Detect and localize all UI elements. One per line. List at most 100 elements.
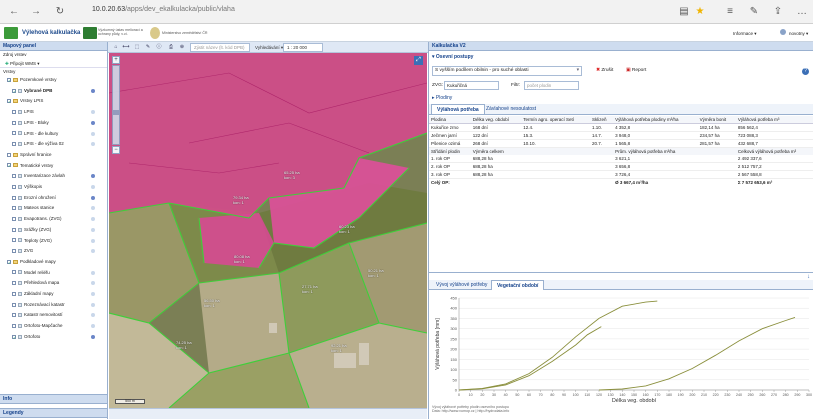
layer-item[interactable]: Evapotrans. (ZVG) <box>0 215 107 223</box>
help-icon[interactable]: ? <box>802 68 809 75</box>
zoom-in-button[interactable]: + <box>112 56 120 64</box>
tab-vegetacni-obdobi[interactable]: Vegetační období <box>491 280 545 290</box>
layer-item[interactable]: Přehledová mapa <box>0 279 107 287</box>
layer-checkbox[interactable] <box>12 216 16 221</box>
map-view[interactable]: + − ⤢ 65.25 ha kon: 3 79.34 ha kon: 1 60.2… <box>109 53 427 408</box>
table-row[interactable]: Kukuřice zrno 168 dní 12.4. 1.10. 4 352,8 182… <box>429 124 813 132</box>
layer-visibility-icon[interactable] <box>91 174 95 179</box>
layer-item[interactable]: Výškopis <box>0 183 107 191</box>
layer-visibility-icon[interactable] <box>91 185 95 189</box>
layer-item[interactable]: Ortofoto-Mapčache <box>0 322 107 330</box>
layer-visibility-icon[interactable] <box>91 206 95 211</box>
layer-item[interactable]: ✓ Pozemkové vrstvy <box>0 76 107 84</box>
info-panel[interactable]: Info <box>0 394 107 404</box>
search-mode-button[interactable]: Vyhledávání ▾ <box>255 43 283 52</box>
layer-visibility-icon[interactable] <box>91 142 95 147</box>
info-tool-icon[interactable]: ⓘ <box>155 43 163 52</box>
layer-visibility-icon[interactable] <box>91 281 95 286</box>
layer-checkbox[interactable] <box>12 195 16 200</box>
column-header[interactable]: Výláhová potřeba plodiny m³/ha <box>613 116 697 124</box>
layer-checkbox[interactable] <box>12 281 16 286</box>
layer-checkbox[interactable] <box>12 227 16 232</box>
note-icon[interactable]: ✎ <box>748 6 760 18</box>
layer-checkbox[interactable] <box>12 131 16 136</box>
menu-informace[interactable]: Informace ▾ <box>733 31 757 37</box>
draw-icon[interactable]: ✎ <box>144 43 152 52</box>
layer-checkbox[interactable] <box>12 120 16 125</box>
layer-item[interactable]: ✓ Vrstvy LPIS <box>0 97 107 105</box>
layer-visibility-icon[interactable] <box>91 292 95 296</box>
layer-visibility-icon[interactable] <box>91 110 95 115</box>
layer-item[interactable]: ZVG <box>0 247 107 255</box>
layer-item[interactable]: LPIS - Bloky <box>0 119 107 127</box>
layer-checkbox[interactable] <box>12 142 16 146</box>
layer-item[interactable]: Inventarizace závlah <box>0 172 107 180</box>
layer-item[interactable]: Srážky (ZVG) <box>0 226 107 234</box>
layer-visibility-icon[interactable] <box>91 249 95 254</box>
layer-item[interactable]: Rozeznávací katastr <box>0 301 107 309</box>
report-button[interactable]: ▣ Report <box>626 68 646 73</box>
column-header[interactable]: Termín agro. operací Setí <box>521 116 590 124</box>
layer-visibility-icon[interactable] <box>91 227 95 232</box>
expand-map-icon[interactable]: ⤢ <box>414 56 423 65</box>
layer-checkbox[interactable] <box>12 238 16 243</box>
layer-item[interactable]: Katastr nemovitostí <box>0 311 107 319</box>
layer-checkbox[interactable] <box>7 152 11 157</box>
layer-checkbox[interactable] <box>12 270 16 275</box>
table-row[interactable]: 1. rok OP 688,28 ha 3 621,1 2 492 337,6 <box>429 155 813 163</box>
layer-item[interactable]: Mateos stanice <box>0 204 107 212</box>
home-icon[interactable]: ⌂ <box>112 43 120 52</box>
layer-checkbox[interactable] <box>12 206 16 211</box>
table-row[interactable]: 2. rok OP 688,28 ha 3 656,8 2 512 757,2 <box>429 163 813 171</box>
layer-item[interactable]: LPIS <box>0 108 107 116</box>
layer-item[interactable]: Teploty (ZVG) <box>0 237 107 245</box>
tab-vyvoj[interactable]: Vývoj výláhové potřeby <box>431 280 492 290</box>
section-plodiny[interactable]: ▸ Plodiny <box>432 94 812 103</box>
layer-visibility-icon[interactable] <box>91 313 95 318</box>
reading-view-icon[interactable]: ▤ <box>678 6 690 18</box>
layer-checkbox[interactable] <box>12 291 16 296</box>
layer-item[interactable]: ✓ Podkladové mapy <box>0 258 107 266</box>
table-row[interactable]: Pšenice ozimá 268 dní 10.10. 20.7. 1 565,8 28… <box>429 140 813 148</box>
layer-visibility-icon[interactable] <box>91 270 95 275</box>
layer-item[interactable]: Erozní ohrožení <box>0 194 107 202</box>
legend-panel[interactable]: Legendy <box>0 408 107 418</box>
column-header[interactable]: Délka veg. období <box>471 116 522 124</box>
layer-visibility-icon[interactable] <box>91 238 95 243</box>
menu-user[interactable]: novotny ▾ <box>789 31 808 37</box>
layer-visibility-icon[interactable] <box>91 88 95 93</box>
zoom-box-icon[interactable]: ⊕ <box>178 43 186 52</box>
layer-checkbox[interactable]: ✓ <box>7 99 11 104</box>
layer-visibility-icon[interactable] <box>91 302 95 307</box>
forward-icon[interactable]: → <box>30 6 42 18</box>
layer-item[interactable]: ✓ Vybrané DPB <box>0 87 107 95</box>
layer-checkbox[interactable] <box>12 109 16 114</box>
download-icon[interactable]: ↓ <box>429 272 813 280</box>
layer-checkbox[interactable]: ✓ <box>7 163 11 168</box>
zvg-select[interactable]: Kukuřičná <box>444 81 499 90</box>
layer-visibility-icon[interactable] <box>91 195 95 200</box>
layer-visibility-icon[interactable] <box>91 324 95 329</box>
more-icon[interactable]: … <box>796 6 808 18</box>
table-row[interactable]: 3. rok OP 688,28 ha 3 726,4 2 567 558,8 <box>429 171 813 179</box>
layer-checkbox[interactable]: ✓ <box>12 88 16 93</box>
search-input[interactable]: Zjistit název (lt. kód DPB) <box>190 43 250 52</box>
layer-item[interactable]: ✓ Tematické vrstvy <box>0 162 107 170</box>
column-header[interactable]: Plodina <box>429 116 471 124</box>
layer-checkbox[interactable] <box>12 323 16 328</box>
print-icon[interactable]: ⎙ <box>167 43 175 52</box>
table-row[interactable]: Ječmen jarní 122 dní 15.3. 14.7. 3 948,0 234,… <box>429 132 813 140</box>
layer-item[interactable]: LPIS - dle kultury <box>0 130 107 138</box>
layer-item[interactable]: LPIS - dle výživa 02 <box>0 140 107 148</box>
zoom-out-button[interactable]: − <box>112 146 120 154</box>
measure-icon[interactable]: ⟷ <box>122 43 130 52</box>
address-bar[interactable]: 10.0.20.63/apps/dev_ekalkulacka/public/v… <box>92 6 235 13</box>
share-icon[interactable]: ⇪ <box>772 6 784 18</box>
layer-visibility-icon[interactable] <box>91 131 95 136</box>
back-icon[interactable]: ← <box>8 6 20 18</box>
column-header[interactable]: Výláhová potřeba m³ <box>736 116 813 124</box>
favorite-star-icon[interactable]: ★ <box>694 6 706 18</box>
layer-item[interactable]: Model reliéfu <box>0 269 107 277</box>
layer-item[interactable]: Správní hranice <box>0 151 107 159</box>
layer-visibility-icon[interactable] <box>91 334 95 339</box>
